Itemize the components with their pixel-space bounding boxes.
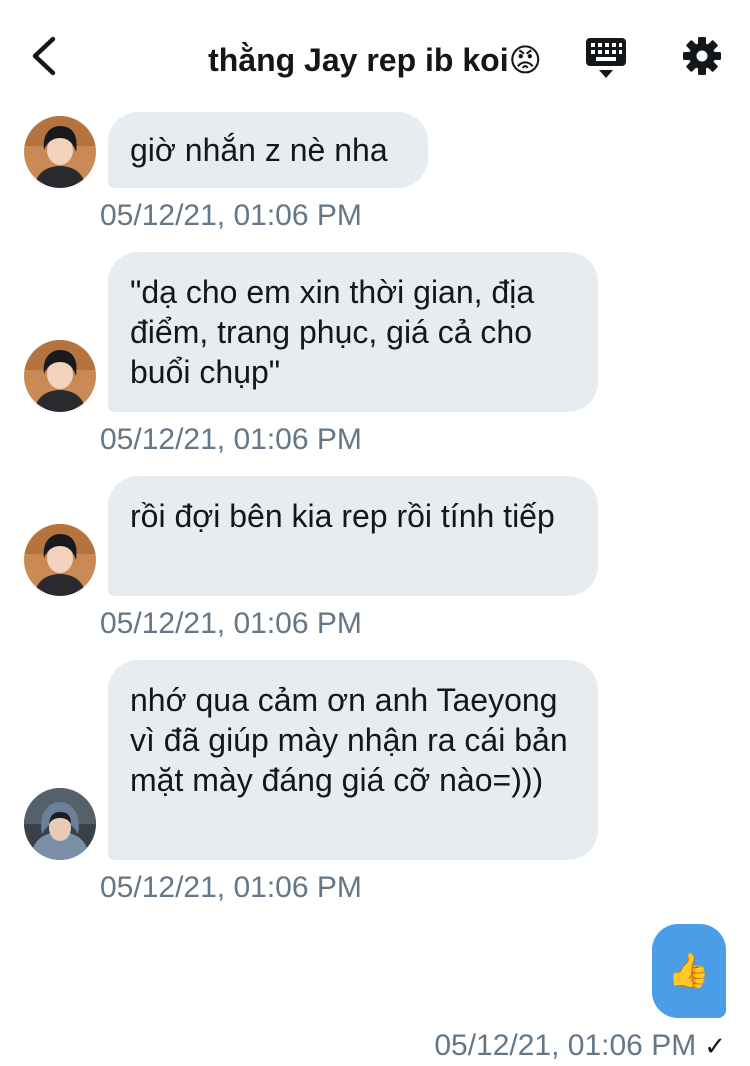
conversation-header: thằng Jay rep ib koi😡 [0,0,750,112]
thumbs-up-icon: 👍 [667,952,711,990]
message-bubble[interactable]: giờ nhắn z nè nha [108,112,428,188]
avatar-person-1 [24,116,96,188]
keyboard-icon [586,38,626,78]
outgoing-timestamp: 05/12/21, 01:06 PM ✓ [434,1028,726,1064]
message-bubble[interactable]: nhớ qua cảm ơn anh Taeyong vì đã giúp mà… [108,660,598,860]
sent-check-icon: ✓ [704,1031,726,1061]
sender-avatar[interactable] [24,524,96,596]
sender-avatar[interactable] [24,116,96,188]
avatar-person-2 [24,788,96,860]
avatar-person-1 [24,524,96,596]
sender-avatar[interactable] [24,788,96,860]
avatar-person-1 [24,340,96,412]
message-timestamp: 05/12/21, 01:06 PM [100,607,362,640]
message-timestamp: 05/12/21, 01:06 PM [100,423,362,456]
sender-avatar[interactable] [24,340,96,412]
outgoing-timestamp-text: 05/12/21, 01:06 PM [434,1029,697,1062]
keyboard-toggle-button[interactable] [582,34,630,82]
gear-icon [683,37,721,75]
conversation-title[interactable]: thằng Jay rep ib koi😡 [0,38,750,82]
outgoing-message-bubble[interactable]: 👍 [652,924,726,1018]
settings-button[interactable] [680,34,724,78]
message-timestamp: 05/12/21, 01:06 PM [100,199,362,232]
message-bubble[interactable]: "dạ cho em xin thời gian, địa điểm, tran… [108,252,598,412]
message-timestamp: 05/12/21, 01:06 PM [100,871,362,904]
message-bubble[interactable]: rồi đợi bên kia rep rồi tính tiếp [108,476,598,596]
